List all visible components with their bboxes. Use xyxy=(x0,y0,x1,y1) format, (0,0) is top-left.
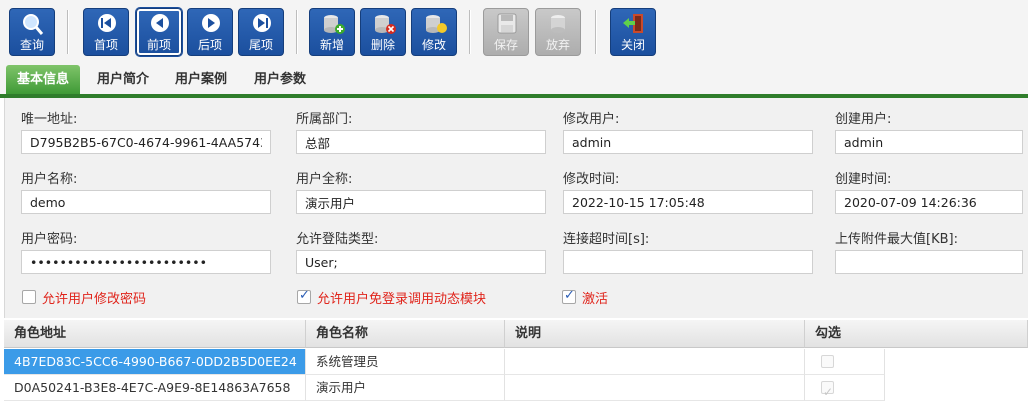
create-user-label: 创建用户: xyxy=(835,112,892,127)
tab-user-cases[interactable]: 用户案例 xyxy=(166,65,236,94)
timeout-label: 连接超时间[s]: xyxy=(563,232,650,247)
tab-bar: 基本信息 用户简介 用户案例 用户参数 xyxy=(0,62,1028,98)
save-icon xyxy=(497,13,517,34)
next-record-button[interactable]: 后项 xyxy=(187,8,233,56)
user-name-label: 用户名称: xyxy=(21,172,78,187)
table-row-role-name[interactable]: 演示用户 xyxy=(306,375,505,401)
delete-button[interactable]: 删除 xyxy=(360,8,406,56)
activated-label: 激活 xyxy=(582,292,609,307)
column-header-role-address[interactable]: 角色地址 xyxy=(4,320,306,348)
create-time-label: 创建时间: xyxy=(835,172,892,187)
password-label: 用户密码: xyxy=(21,232,78,247)
modify-time-field[interactable] xyxy=(563,190,813,214)
modify-user-field[interactable] xyxy=(563,130,813,154)
delete-icon xyxy=(375,15,396,34)
login-type-field[interactable] xyxy=(296,250,546,274)
previous-record-button-label: 前项 xyxy=(146,38,171,52)
next-record-icon xyxy=(202,14,220,32)
allow-anonymous-checkbox[interactable] xyxy=(297,288,311,304)
first-record-button[interactable]: 首项 xyxy=(83,8,129,56)
activated-checkbox[interactable] xyxy=(562,288,576,304)
edit-icon xyxy=(426,15,447,33)
column-header-select[interactable]: 勾选 xyxy=(805,320,1028,348)
table-row-role-address[interactable]: 4B7ED83C-5CC6-4990-B667-0DD2B5D0EE24 xyxy=(4,349,306,375)
discard-icon xyxy=(551,15,565,33)
toolbar-separator xyxy=(296,10,298,54)
basic-info-form: 唯一地址: 所属部门: 修改用户: 创建用户: 用户名称: 用户全称: 修改时间… xyxy=(4,98,1028,318)
table-row-role-address[interactable]: D0A50241-B3E8-4E7C-A9E9-8E14863A7658 xyxy=(4,375,306,401)
tab-user-intro[interactable]: 用户简介 xyxy=(88,65,158,94)
column-header-description[interactable]: 说明 xyxy=(505,320,805,348)
department-label: 所属部门: xyxy=(296,112,353,127)
table-row-description[interactable] xyxy=(505,375,805,401)
last-record-button-label: 尾项 xyxy=(248,38,273,52)
unique-address-label: 唯一地址: xyxy=(21,112,78,127)
close-button[interactable]: 关闭 xyxy=(610,8,656,56)
discard-button-label: 放弃 xyxy=(545,38,570,52)
role-grid: 角色地址 角色名称 说明 勾选 4B7ED83C-5CC6-4990-B667-… xyxy=(4,320,1028,409)
allow-change-password-checkbox[interactable] xyxy=(22,290,36,304)
timeout-field[interactable] xyxy=(563,250,813,274)
edit-button-label: 修改 xyxy=(421,38,446,52)
save-button-label: 保存 xyxy=(493,38,518,52)
magnifier-icon xyxy=(23,14,44,35)
add-icon xyxy=(324,15,345,34)
exit-icon xyxy=(623,14,643,33)
add-button[interactable]: 新增 xyxy=(309,8,355,56)
department-field[interactable] xyxy=(296,130,546,154)
modify-user-label: 修改用户: xyxy=(563,112,620,127)
edit-button[interactable]: 修改 xyxy=(411,8,457,56)
upload-max-label: 上传附件最大值[KB]: xyxy=(835,232,958,247)
query-button[interactable]: 查询 xyxy=(9,8,55,56)
create-user-field[interactable] xyxy=(835,130,1023,154)
tab-user-params[interactable]: 用户参数 xyxy=(245,65,315,94)
next-record-button-label: 后项 xyxy=(197,38,222,52)
upload-max-field[interactable] xyxy=(835,250,1023,274)
password-field[interactable] xyxy=(21,250,271,274)
user-fullname-label: 用户全称: xyxy=(296,172,353,187)
table-row-select-cell[interactable] xyxy=(805,375,885,401)
delete-button-label: 删除 xyxy=(370,38,395,52)
last-record-button[interactable]: 尾项 xyxy=(238,8,284,56)
modify-time-label: 修改时间: xyxy=(563,172,620,187)
save-button[interactable]: 保存 xyxy=(483,8,529,56)
allow-anonymous-label: 允许用户免登录调用动态模块 xyxy=(317,292,487,307)
discard-button[interactable]: 放弃 xyxy=(535,8,581,56)
table-row-description[interactable] xyxy=(505,349,805,375)
role-select-checkbox[interactable] xyxy=(821,355,834,368)
close-button-label: 关闭 xyxy=(620,38,645,52)
toolbar: 查询 首项 前项 后项 尾项 新增 删除 修改 保存 放弃 关闭 xyxy=(0,0,1028,62)
add-button-label[interactable]: 新增 xyxy=(310,38,354,52)
tab-basic-info[interactable]: 基本信息 xyxy=(6,65,80,94)
user-name-field[interactable] xyxy=(21,190,271,214)
toolbar-separator xyxy=(67,10,69,54)
table-row-role-name[interactable]: 系统管理员 xyxy=(306,349,505,375)
create-time-field[interactable] xyxy=(835,190,1023,214)
last-record-icon xyxy=(253,14,271,32)
login-type-label: 允许登陆类型: xyxy=(296,232,379,247)
column-header-role-name[interactable]: 角色名称 xyxy=(306,320,505,348)
user-fullname-field[interactable] xyxy=(296,190,546,214)
previous-record-button[interactable]: 前项 xyxy=(136,8,182,56)
role-select-checkbox[interactable] xyxy=(821,379,834,400)
first-record-icon xyxy=(98,14,116,32)
table-row-select-cell[interactable] xyxy=(805,349,885,375)
query-button-label: 查询 xyxy=(19,38,44,52)
allow-change-password-label: 允许用户修改密码 xyxy=(42,292,147,307)
toolbar-separator xyxy=(469,10,471,54)
first-record-button-label: 首项 xyxy=(93,38,118,52)
unique-address-field[interactable] xyxy=(21,130,271,154)
previous-record-icon xyxy=(151,14,169,32)
toolbar-separator xyxy=(595,10,597,54)
